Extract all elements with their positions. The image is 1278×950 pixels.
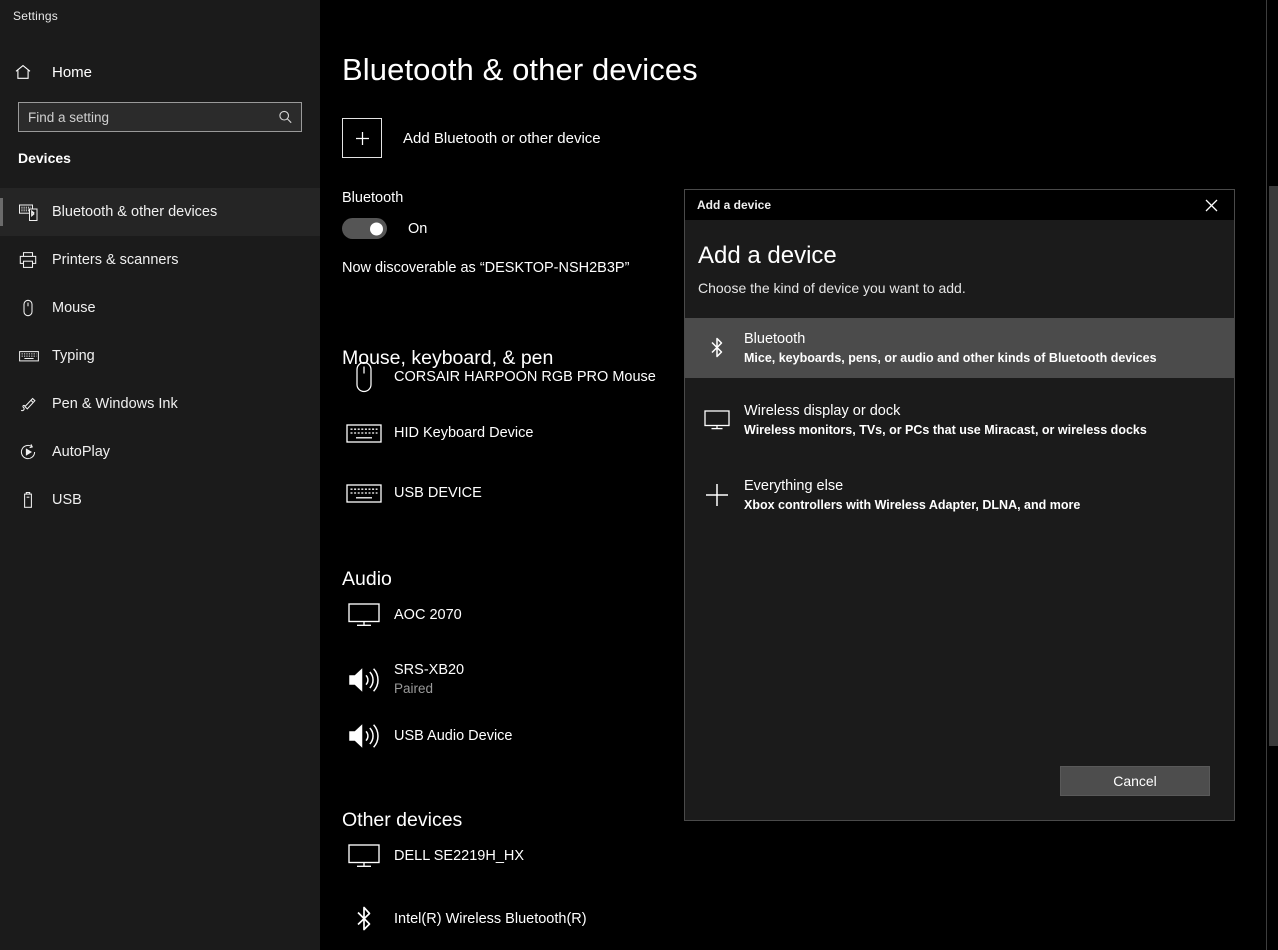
sidebar-item-label: Mouse	[52, 300, 96, 316]
device-kind-text: Everything else Xbox controllers with Wi…	[744, 476, 1080, 514]
plus-icon	[698, 481, 736, 509]
sidebar-home-label: Home	[52, 63, 93, 81]
device-kind-list: Bluetooth Mice, keyboards, pens, or audi…	[685, 318, 1234, 525]
toggle-knob	[370, 222, 383, 235]
dialog-titlebar-title: Add a device	[697, 198, 772, 212]
main-scrollbar-thumb[interactable]	[1269, 186, 1278, 746]
home-icon	[13, 62, 43, 82]
device-kind-option-bluetooth[interactable]: Bluetooth Mice, keyboards, pens, or audi…	[685, 318, 1234, 378]
sidebar-item-label: Printers & scanners	[52, 252, 179, 268]
bluetooth-icon	[342, 902, 386, 936]
sidebar-item-typing[interactable]: Typing	[0, 332, 320, 380]
sidebar-item-label: Typing	[52, 348, 95, 364]
sidebar-item-printers-scanners[interactable]: Printers & scanners	[0, 236, 320, 284]
sidebar-item-label: Pen & Windows Ink	[52, 396, 178, 412]
add-bluetooth-or-other-device-button[interactable]: Add Bluetooth or other device	[342, 118, 601, 158]
device-text: USB Audio Device	[394, 727, 512, 746]
monitor-icon	[698, 408, 736, 432]
mouse-icon	[18, 298, 44, 318]
device-kind-title: Bluetooth	[744, 331, 806, 347]
mouse-icon	[342, 360, 386, 394]
device-text: HID Keyboard Device	[394, 424, 533, 443]
sidebar: Settings Home Devices	[0, 0, 320, 950]
bluetooth-toggle[interactable]	[342, 218, 387, 239]
search-box[interactable]	[18, 102, 302, 132]
device-row-dell-se2219h[interactable]: DELL SE2219H_HX	[342, 842, 902, 870]
device-text: AOC 2070	[394, 606, 462, 625]
device-kind-description: Mice, keyboards, pens, or audio and othe…	[744, 351, 1157, 365]
settings-window: Settings Home Devices	[0, 0, 1278, 950]
device-text: CORSAIR HARPOON RGB PRO Mouse	[394, 368, 656, 387]
device-kind-text: Bluetooth Mice, keyboards, pens, or audi…	[744, 329, 1157, 367]
main-scrollbar[interactable]	[1266, 0, 1278, 950]
device-text: USB DEVICE	[394, 484, 482, 503]
device-row-intel-wireless-bluetooth[interactable]: Intel(R) Wireless Bluetooth(R)	[342, 902, 902, 936]
bluetooth-toggle-state: On	[408, 220, 428, 237]
bluetooth-icon	[698, 335, 736, 361]
sidebar-nav-list: Bluetooth & other devices Printers & sca…	[0, 188, 320, 524]
device-kind-description: Xbox controllers with Wireless Adapter, …	[744, 498, 1081, 512]
bluetooth-toggle-row: On	[342, 218, 427, 239]
sidebar-item-bluetooth-other-devices[interactable]: Bluetooth & other devices	[0, 188, 320, 236]
sidebar-item-home[interactable]: Home	[0, 52, 320, 92]
dialog-heading: Add a device	[698, 242, 837, 269]
sidebar-item-label: AutoPlay	[52, 444, 111, 460]
group-header-other-devices: Other devices	[342, 809, 463, 831]
discoverable-text: Now discoverable as “DESKTOP-NSH2B3P”	[342, 260, 630, 276]
sidebar-item-usb[interactable]: USB	[0, 476, 320, 524]
device-status: Paired	[394, 681, 434, 696]
device-text: SRS-XB20 Paired	[394, 661, 464, 698]
add-a-device-dialog: Add a device Add a device Choose the kin…	[684, 189, 1235, 821]
add-device-label: Add Bluetooth or other device	[403, 129, 601, 147]
dialog-subtitle: Choose the kind of device you want to ad…	[698, 280, 966, 296]
search-icon[interactable]	[278, 110, 293, 125]
sidebar-item-autoplay[interactable]: AutoPlay	[0, 428, 320, 476]
app-title: Settings	[13, 9, 58, 23]
device-text: Intel(R) Wireless Bluetooth(R)	[394, 910, 587, 929]
device-kind-option-wireless-display-or-dock[interactable]: Wireless display or dock Wireless monito…	[685, 390, 1234, 450]
page-title: Bluetooth & other devices	[342, 52, 698, 87]
device-kind-title: Wireless display or dock	[744, 403, 901, 419]
device-kind-option-everything-else[interactable]: Everything else Xbox controllers with Wi…	[685, 465, 1234, 525]
close-icon[interactable]	[1189, 190, 1234, 220]
plus-icon	[342, 118, 382, 158]
speaker-icon	[342, 665, 386, 695]
device-kind-title: Everything else	[744, 478, 844, 494]
sidebar-item-label: USB	[52, 492, 82, 508]
usb-icon	[18, 490, 44, 510]
device-name: CORSAIR HARPOON RGB PRO Mouse	[394, 368, 656, 385]
bluetooth-devices-icon	[18, 202, 44, 222]
sidebar-item-label: Bluetooth & other devices	[52, 204, 218, 220]
pen-icon	[18, 394, 44, 414]
dialog-body: Add a device Choose the kind of device y…	[685, 220, 1234, 820]
device-name: DELL SE2219H_HX	[394, 847, 525, 864]
device-name: Intel(R) Wireless Bluetooth(R)	[394, 910, 587, 927]
sidebar-section-header: Devices	[18, 150, 71, 166]
sidebar-item-pen-windows-ink[interactable]: Pen & Windows Ink	[0, 380, 320, 428]
bluetooth-section-label: Bluetooth	[342, 190, 404, 206]
dialog-footer: Cancel	[685, 742, 1234, 820]
sidebar-item-mouse[interactable]: Mouse	[0, 284, 320, 332]
keyboard-icon	[342, 480, 386, 506]
device-kind-description: Wireless monitors, TVs, or PCs that use …	[744, 423, 1147, 437]
device-name: SRS-XB20	[394, 662, 465, 678]
device-name: HID Keyboard Device	[394, 424, 534, 441]
window-titlebar: Settings	[0, 0, 320, 32]
autoplay-icon	[18, 442, 44, 462]
cancel-button[interactable]: Cancel	[1060, 766, 1210, 796]
device-name: USB Audio Device	[394, 727, 513, 744]
device-name: USB DEVICE	[394, 484, 482, 501]
device-text: DELL SE2219H_HX	[394, 847, 524, 866]
monitor-icon	[342, 601, 386, 629]
device-kind-text: Wireless display or dock Wireless monito…	[744, 401, 1147, 439]
printer-icon	[18, 250, 44, 270]
group-header-audio: Audio	[342, 568, 392, 590]
search-input[interactable]	[19, 103, 301, 131]
keyboard-icon	[342, 420, 386, 446]
speaker-icon	[342, 721, 386, 751]
dialog-titlebar: Add a device	[685, 190, 1234, 220]
device-name: AOC 2070	[394, 606, 462, 623]
keyboard-icon	[18, 346, 44, 366]
monitor-icon	[342, 842, 386, 870]
